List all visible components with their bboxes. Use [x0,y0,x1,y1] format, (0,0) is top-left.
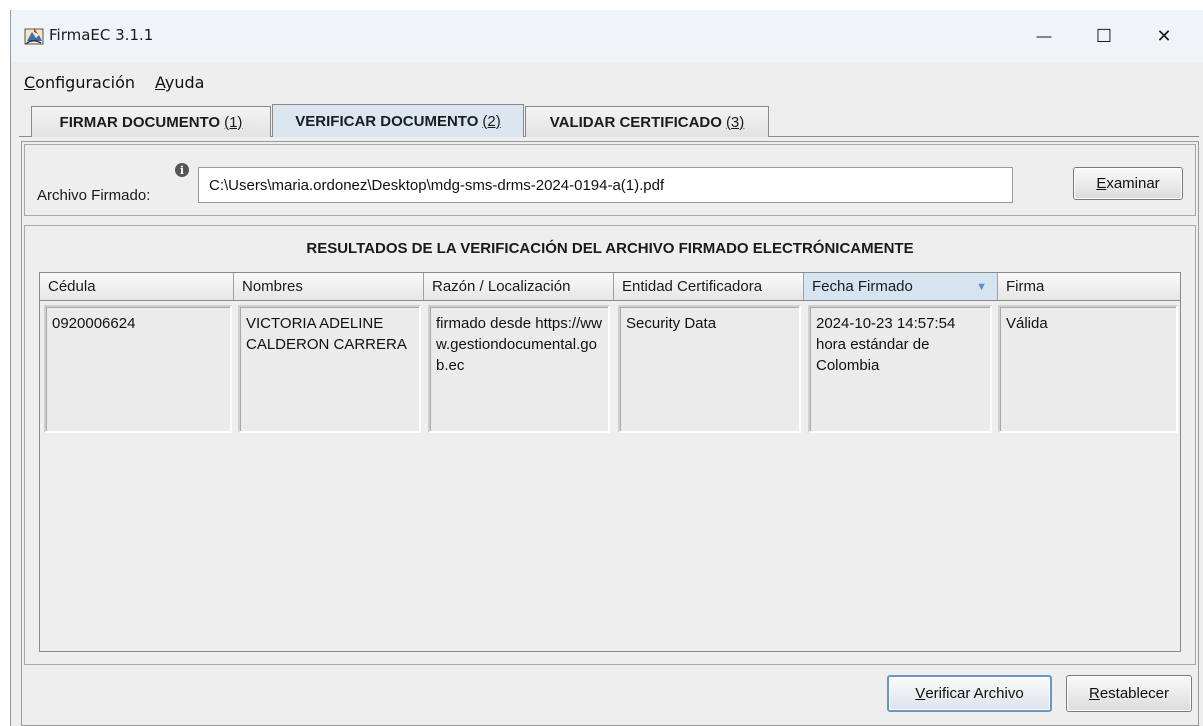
reset-button[interactable]: Restablecer [1066,675,1192,712]
tab-firmar-mnemonic: (1) [224,113,243,131]
close-icon: ✕ [1156,25,1172,46]
column-header-cedula[interactable]: Cédula [40,273,234,300]
verify-panel: Archivo Firmado: i Examinar RESULTADOS D… [21,141,1199,726]
window-title: FirmaEC 3.1.1 [49,26,154,44]
menu-ayuda[interactable]: Ayuda [155,73,204,92]
column-header-label: Cédula [48,278,96,295]
cell-fecha[interactable]: 2024-10-23 14:57:54 hora estándar de Col… [808,305,992,433]
title-bar[interactable]: FirmaEC 3.1.1 — ☐ ✕ [11,10,1203,62]
maximize-icon: ☐ [1095,25,1113,46]
column-header-label: Razón / Localización [432,278,571,295]
browse-mnemonic: E [1096,175,1107,192]
menu-configuracion-mnemonic: C [24,73,36,92]
column-header-firma[interactable]: Firma [998,273,1182,300]
verify-label: erificar Archivo [925,685,1024,702]
tab-strip: FIRMAR DOCUMENTO (1) VERIFICAR DOCUMENTO(… [19,98,1199,138]
results-title: RESULTADOS DE LA VERIFICACIÓN DEL ARCHIV… [306,240,914,257]
minimize-icon: — [1036,27,1052,45]
menu-configuracion-label: onfiguración [35,73,136,92]
column-header-nombres[interactable]: Nombres [234,273,424,300]
menu-ayuda-mnemonic: A [155,73,165,92]
browse-label: xaminar [1106,175,1160,192]
sort-descending-icon: ▼ [976,281,987,293]
column-header-label: Fecha Firmado [812,278,913,295]
maximize-button[interactable]: ☐ [1074,10,1134,62]
file-path-input[interactable] [198,167,1013,203]
menu-bar: Configuración Ayuda [11,62,1203,98]
tab-validar-label: VALIDAR CERTIFICADO [549,113,722,131]
column-header-razon[interactable]: Razón / Localización [424,273,614,300]
minimize-button[interactable]: — [1014,10,1074,62]
verify-mnemonic: V [915,685,926,702]
column-header-fecha[interactable]: Fecha Firmado ▼ [804,273,998,300]
cell-firma[interactable]: Válida [998,305,1178,433]
table-row[interactable]: 0920006624 VICTORIA ADELINE CALDERON CAR… [40,302,1180,438]
tab-validar-mnemonic: (3) [725,113,745,131]
column-header-label: Entidad Certificadora [622,278,763,295]
cell-cedula[interactable]: 0920006624 [44,305,232,433]
browse-button[interactable]: Examinar [1073,167,1183,200]
info-icon[interactable]: i [175,163,189,177]
table-header: Cédula Nombres Razón / Localización Enti… [40,273,1180,301]
app-logo-icon [24,28,44,45]
file-label: Archivo Firmado: [37,187,151,204]
tab-verificar-mnemonic: (2) [482,112,501,130]
menu-ayuda-label: yuda [164,73,205,92]
tab-validar-certificado[interactable]: VALIDAR CERTIFICADO (3) [525,106,769,137]
reset-label: establecer [1099,685,1170,702]
menu-configuracion[interactable]: Configuración [24,73,135,92]
close-button[interactable]: ✕ [1134,10,1194,62]
tab-firmar-label: FIRMAR DOCUMENTO [59,113,221,131]
file-section: Archivo Firmado: i Examinar [24,144,1196,216]
results-section: RESULTADOS DE LA VERIFICACIÓN DEL ARCHIV… [24,225,1196,665]
column-header-label: Nombres [242,278,303,295]
cell-razon[interactable]: firmado desde https://www.gestiondocumen… [428,305,610,433]
column-header-entidad[interactable]: Entidad Certificadora [614,273,804,300]
app-window: FirmaEC 3.1.1 — ☐ ✕ Configuración Ayuda … [10,10,1203,726]
results-table: Cédula Nombres Razón / Localización Enti… [39,272,1181,652]
cell-nombres[interactable]: VICTORIA ADELINE CALDERON CARRERA [238,305,421,433]
tab-verificar-documento[interactable]: VERIFICAR DOCUMENTO (2) [272,104,524,137]
tab-verificar-label: VERIFICAR DOCUMENTO [295,112,479,130]
column-header-label: Firma [1006,278,1045,295]
tab-firmar-documento[interactable]: FIRMAR DOCUMENTO (1) [31,106,271,137]
verify-file-button[interactable]: Verificar Archivo [887,675,1052,712]
cell-entidad[interactable]: Security Data [618,305,801,433]
reset-mnemonic: R [1088,685,1100,702]
